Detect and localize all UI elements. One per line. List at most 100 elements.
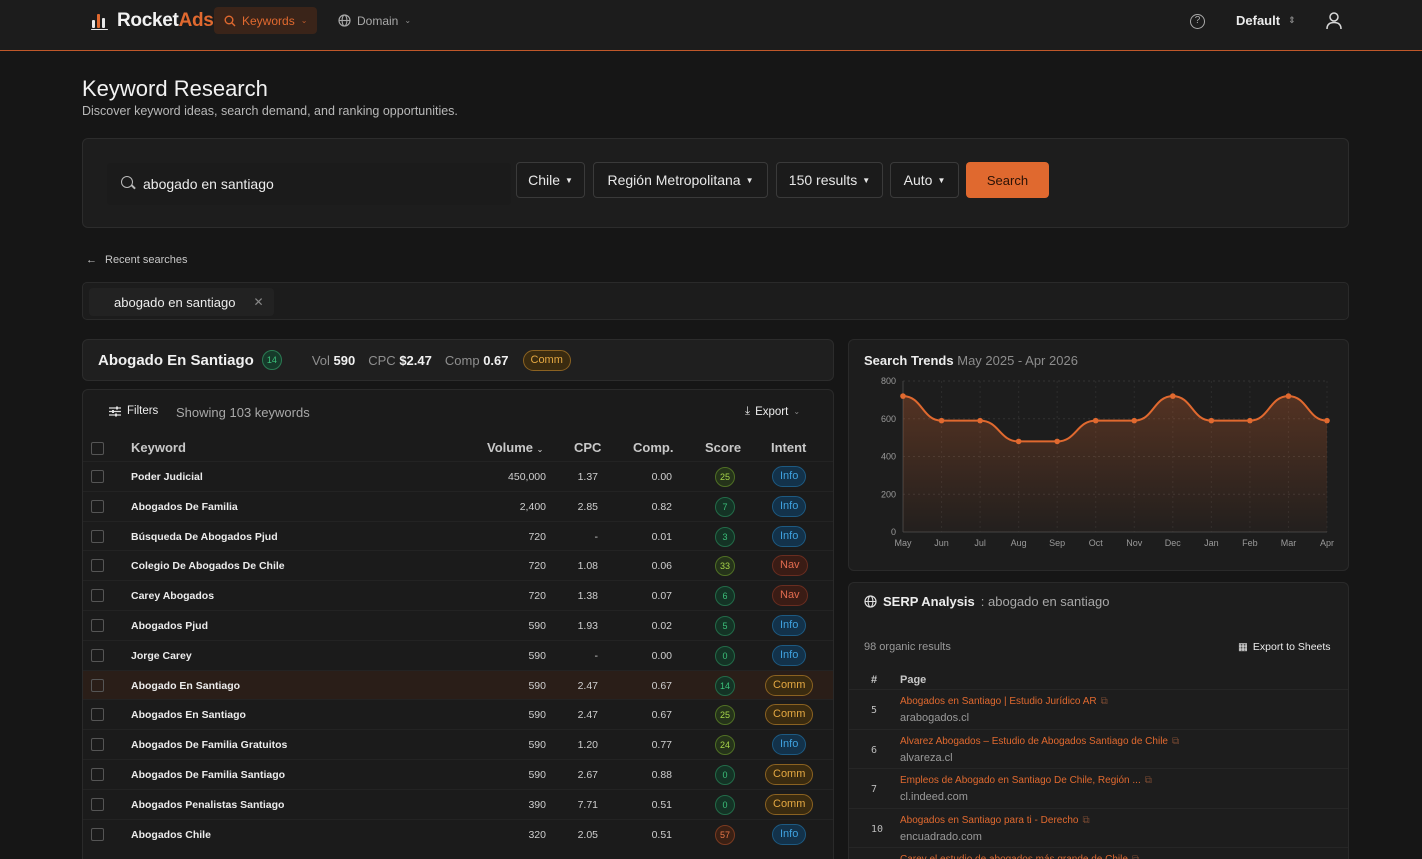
table-row[interactable]: Abogado En Santiago 590 2.47 0.67 14 Comm [83,669,833,700]
row-intent-badge: Nav [772,585,808,607]
row-checkbox[interactable] [91,678,104,692]
row-checkbox[interactable] [91,619,104,632]
table-row[interactable]: Abogados De Familia Santiago 590 2.67 0.88 0… [83,759,833,789]
col-cpc[interactable]: CPC [574,440,601,455]
arrow-left-icon: ← [86,254,97,266]
serp-result-link[interactable]: Empleos de Abogado en Santiago De Chile,… [900,775,1152,786]
row-keyword[interactable]: Poder Judicial [131,471,203,483]
search-button[interactable]: Search [966,162,1049,198]
nav-keywords-label: Keywords [242,13,295,28]
table-row[interactable]: Abogados De Familia Gratuitos 590 1.20 0.77… [83,729,833,759]
y-tick-label: 0 [891,527,896,537]
help-icon[interactable]: ? [1190,14,1205,29]
row-checkbox[interactable] [91,768,104,781]
table-row[interactable]: Búsqueda De Abogados Pjud 720 - 0.01 3 Info [83,520,833,551]
row-intent-badge: Info [772,525,807,547]
x-tick-label: Jun [934,538,949,548]
row-keyword[interactable]: Abogados De Familia Gratuitos [131,739,287,751]
row-keyword[interactable]: Abogados Pjud [131,620,208,632]
y-tick-label: 600 [881,414,896,424]
col-comp[interactable]: Comp. [633,440,673,455]
close-icon[interactable]: ✕ [253,295,263,309]
table-row[interactable]: Poder Judicial 450,000 1.37 0.00 25 Info [83,461,833,491]
table-row[interactable]: Abogados Penalistas Santiago 390 7.71 0.51 0… [83,788,833,819]
row-volume: 2,400 [519,500,546,513]
row-intent-badge: Info [772,734,807,756]
row-keyword[interactable]: Colegio De Abogados De Chile [131,560,285,572]
row-keyword[interactable]: Jorge Carey [131,650,192,662]
table-row[interactable]: Jorge Carey 590 - 0.00 0 Info [83,639,833,670]
row-intent-badge: Info [772,466,807,487]
serp-result-link[interactable]: Alvarez Abogados – Estudio de Abogados S… [900,736,1179,747]
x-tick-label: Aug [1011,538,1027,548]
results-value: 150 results [788,172,858,188]
row-intent-badge: Comm [765,674,814,696]
col-score[interactable]: Score [705,440,741,455]
row-comp: 0.06 [651,560,672,573]
row-checkbox[interactable] [91,738,104,752]
table-row[interactable]: Abogados De Familia 2,400 2.85 0.82 7 Info [83,490,833,521]
search-trends-panel: Search Trends May 2025 - Apr 2026 0 200 40… [848,339,1349,571]
row-keyword[interactable]: Abogados De Familia Santiago [131,769,285,781]
table-row[interactable]: Abogados En Santiago 590 2.47 0.67 25 Comm [83,699,833,729]
search-field[interactable] [107,163,511,205]
row-keyword[interactable]: Búsqueda De Abogados Pjud [131,531,278,543]
page-subtitle: Discover keyword ideas, search demand, a… [82,104,458,118]
nav-domain[interactable]: Domain ⌄ [328,7,421,34]
serp-result-link[interactable]: Abogados en Santiago | Estudio Jurídico … [900,696,1108,707]
x-tick-label: May [894,538,912,548]
nav-keywords[interactable]: Keywords ⌄ [214,7,318,34]
recent-search-chip[interactable]: abogado en santiago ✕ [89,288,274,316]
row-volume: 390 [528,798,546,811]
row-checkbox[interactable] [91,529,104,543]
results-select[interactable]: 150 results ▼ [776,162,883,198]
export-to-sheets-button[interactable]: ▦ Export to Sheets [1238,641,1331,653]
recent-searches-toggle[interactable]: ← Recent searches [86,254,188,266]
keyword-summary: Abogado En Santiago 14 Vol 590 CPC $2.47… [82,339,834,381]
row-checkbox[interactable] [91,827,104,841]
search-input[interactable] [143,173,503,195]
export-button[interactable]: ⤓ Export ⌄ [745,405,800,418]
trend-chart: 0 200 400 600 800 May Jun Jul Aug Sep Oct Nov Dec Jan… [881,376,1334,548]
row-intent-badge: Comm [765,793,814,815]
export-to-sheets-label: Export to Sheets [1252,641,1331,653]
row-checkbox[interactable] [91,470,104,483]
mode-select[interactable]: Auto ▼ [890,162,959,198]
row-keyword[interactable]: Abogados De Familia [131,501,238,513]
col-keyword[interactable]: Keyword [131,440,186,455]
serp-result-link[interactable]: Abogados en Santiago para ti - Derecho ⧉ [900,815,1090,826]
row-keyword[interactable]: Abogados Penalistas Santiago [131,799,284,811]
trend-point [1324,417,1330,424]
row-checkbox[interactable] [91,648,104,662]
col-volume[interactable]: Volume ⌄ [487,440,543,455]
app-logo[interactable]: RocketAds [91,10,214,32]
row-checkbox[interactable] [91,708,104,722]
user-icon[interactable] [1326,12,1342,30]
row-checkbox[interactable] [91,559,104,573]
table-row[interactable]: Colegio De Abogados De Chile 720 1.08 0.06 3… [83,550,833,580]
row-checkbox[interactable] [91,797,104,811]
filters-button[interactable]: Filters [109,405,158,417]
row-keyword[interactable]: Abogados Chile [131,829,211,841]
serp-analysis-panel: SERP Analysis: abogado en santiago 98 or… [848,582,1349,859]
col-intent[interactable]: Intent [771,440,806,455]
row-checkbox[interactable] [91,499,104,513]
trend-point [1285,393,1292,399]
row-keyword[interactable]: Carey Abogados [131,590,214,602]
workspace-selector[interactable]: Default ⇕ [1236,13,1296,28]
serp-result-link[interactable]: Carey el estudio de abogados más grande … [900,854,1139,859]
row-keyword[interactable]: Abogados En Santiago [131,709,246,721]
row-score-badge: 14 [715,675,735,696]
select-all-checkbox[interactable] [91,442,104,455]
region-select[interactable]: Región Metropolitana ▼ [593,162,768,198]
row-intent-badge: Nav [772,555,808,577]
row-keyword[interactable]: Abogado En Santiago [131,680,240,692]
workspace-label: Default [1236,13,1281,28]
country-select[interactable]: Chile ▼ [516,162,585,198]
row-checkbox[interactable] [91,589,104,603]
summary-comp: Comp 0.67 [444,352,509,368]
table-row[interactable]: Abogados Chile 320 2.05 0.51 57 Info [83,818,833,849]
external-link-icon: ⧉ [1144,775,1152,786]
table-row[interactable]: Carey Abogados 720 1.38 0.07 6 Nav [83,580,833,610]
table-row[interactable]: Abogados Pjud 590 1.93 0.02 5 Info [83,610,833,640]
